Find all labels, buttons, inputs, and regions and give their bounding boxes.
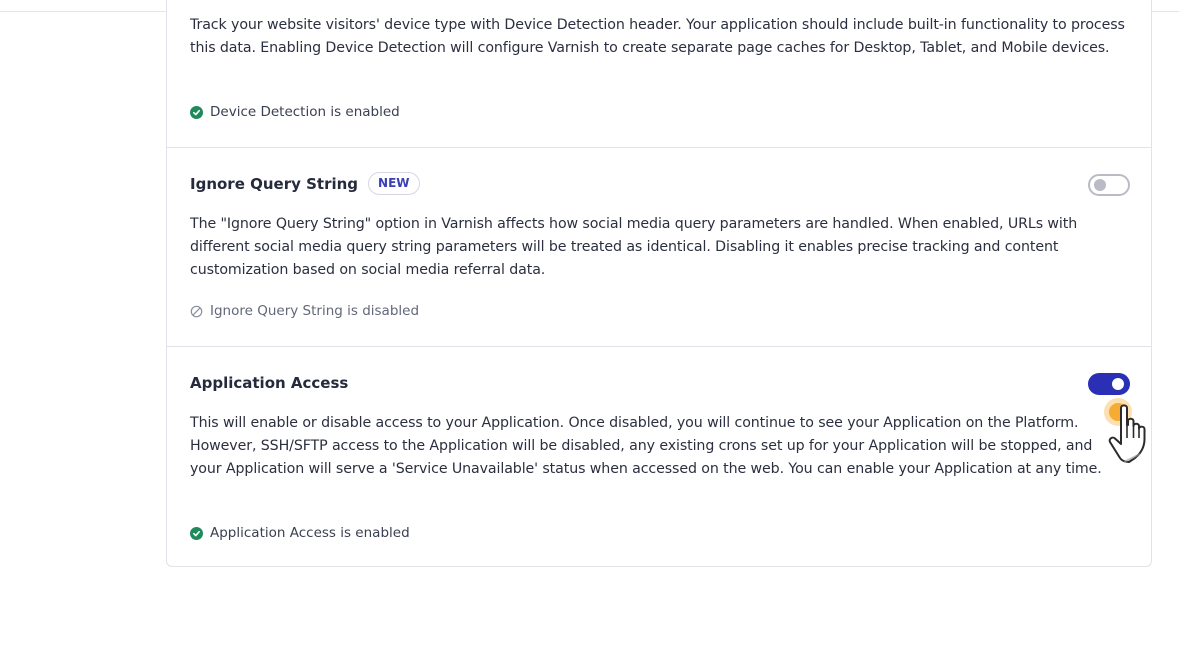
device-detection-status: Device Detection is enabled bbox=[190, 104, 400, 120]
check-circle-icon bbox=[190, 526, 203, 540]
check-circle-icon bbox=[190, 105, 203, 119]
ignore-query-string-toggle[interactable] bbox=[1088, 174, 1130, 196]
section-divider bbox=[167, 346, 1151, 347]
application-access-status-text: Application Access is enabled bbox=[210, 525, 410, 541]
application-access-toggle[interactable] bbox=[1088, 373, 1130, 395]
application-access-status: Application Access is enabled bbox=[190, 525, 410, 541]
ignore-query-string-status: Ignore Query String is disabled bbox=[190, 303, 419, 319]
application-access-header: Application Access bbox=[167, 372, 1151, 396]
ignore-query-string-header: Ignore Query String NEW bbox=[167, 172, 1151, 200]
device-detection-section: Track your website visitors' device type… bbox=[167, 14, 1151, 60]
application-access-body: This will enable or disable access to yo… bbox=[167, 412, 1151, 481]
hand-pointer-cursor-icon bbox=[1100, 394, 1175, 466]
application-access-title: Application Access bbox=[190, 373, 349, 392]
section-divider bbox=[167, 147, 1151, 148]
device-detection-description: Track your website visitors' device type… bbox=[190, 17, 1125, 56]
ignore-query-string-description: The "Ignore Query String" option in Varn… bbox=[190, 216, 1078, 278]
device-detection-status-text: Device Detection is enabled bbox=[210, 104, 400, 120]
new-badge: NEW bbox=[368, 172, 420, 195]
ignore-query-string-title: Ignore Query String bbox=[190, 174, 359, 193]
toggle-knob bbox=[1112, 378, 1124, 390]
settings-card: Track your website visitors' device type… bbox=[166, 0, 1152, 567]
ignore-query-string-status-text: Ignore Query String is disabled bbox=[210, 303, 420, 319]
toggle-knob bbox=[1094, 179, 1106, 191]
application-access-description: This will enable or disable access to yo… bbox=[190, 415, 1102, 477]
ignore-query-string-body: The "Ignore Query String" option in Varn… bbox=[167, 213, 1151, 282]
ban-icon bbox=[190, 305, 203, 318]
